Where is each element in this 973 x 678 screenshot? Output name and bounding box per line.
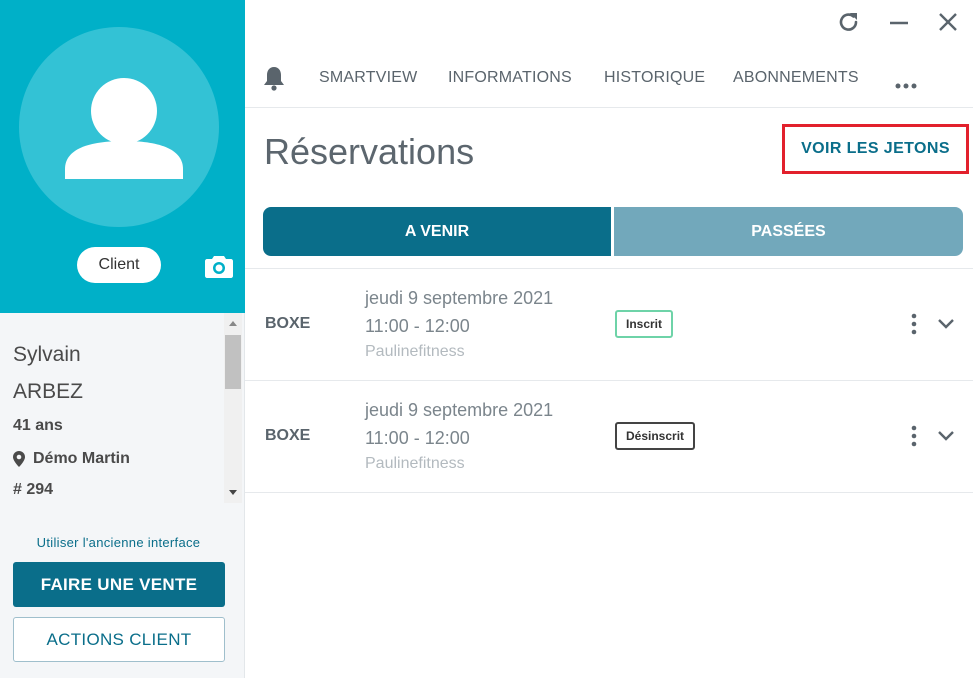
client-first-name: Sylvain: [13, 343, 81, 366]
app-window: Client Sylvain ARBEZ 41 ans Démo Martin: [0, 0, 973, 678]
client-number: # 294: [13, 481, 54, 498]
status-badge: Inscrit: [615, 310, 674, 338]
user-icon: [65, 78, 183, 179]
more-horizontal-icon[interactable]: [895, 76, 917, 94]
reservation-time: 11:00 - 12:00: [365, 428, 470, 448]
client-nav: SMARTVIEW INFORMATIONS HISTORIQUE ABONNE…: [245, 52, 973, 108]
reservation-list: BOXE jeudi 9 septembre 2021 11:00 - 12:0…: [245, 268, 973, 493]
reservation-coach: Paulinefitness: [365, 343, 465, 360]
nav-item-smartview[interactable]: SMARTVIEW: [319, 69, 417, 87]
reservation-row[interactable]: BOXE jeudi 9 septembre 2021 11:00 - 12:0…: [245, 381, 973, 493]
scroll-down-arrow-icon[interactable]: [229, 490, 237, 495]
client-age: 41 ans: [13, 417, 63, 434]
tab-past[interactable]: PASSÉES: [614, 207, 963, 256]
reservation-date: jeudi 9 septembre 2021: [365, 400, 554, 420]
client-last-name: ARBEZ: [13, 380, 84, 403]
tab-upcoming[interactable]: A VENIR: [263, 207, 611, 256]
client-role-badge: Client: [77, 247, 161, 283]
client-location: Démo Martin: [13, 450, 130, 468]
nav-item-informations[interactable]: INFORMATIONS: [448, 69, 572, 87]
reservation-activity: BOXE: [265, 427, 311, 444]
chevron-down-icon[interactable]: [937, 317, 955, 335]
reservation-coach: Paulinefitness: [365, 455, 465, 472]
reservation-activity: BOXE: [265, 315, 311, 332]
more-vertical-icon[interactable]: [911, 425, 917, 452]
refresh-icon[interactable]: [837, 10, 861, 34]
chevron-down-icon[interactable]: [937, 429, 955, 447]
nav-item-historique[interactable]: HISTORIQUE: [604, 69, 705, 87]
avatar[interactable]: [19, 27, 219, 227]
page-title: Réservations: [264, 131, 475, 172]
bell-icon[interactable]: [262, 65, 286, 96]
client-sidebar: Client Sylvain ARBEZ 41 ans Démo Martin: [0, 0, 245, 678]
client-info: Sylvain ARBEZ 41 ans Démo Martin # 294: [0, 313, 245, 503]
reservation-row[interactable]: BOXE jeudi 9 septembre 2021 11:00 - 12:0…: [245, 269, 973, 381]
scroll-up-arrow-icon[interactable]: [229, 321, 237, 326]
minimize-icon[interactable]: [887, 10, 911, 34]
profile-header: Client: [0, 0, 245, 313]
reservation-date: jeudi 9 septembre 2021: [365, 288, 554, 308]
close-icon[interactable]: [936, 10, 960, 34]
make-sale-button[interactable]: FAIRE UNE VENTE: [13, 562, 225, 607]
nav-item-abonnements[interactable]: ABONNEMENTS: [733, 69, 859, 87]
client-actions-button[interactable]: ACTIONS CLIENT: [13, 617, 225, 662]
client-location-label: Démo Martin: [33, 450, 130, 467]
reservation-time: 11:00 - 12:00: [365, 316, 470, 336]
more-vertical-icon[interactable]: [911, 313, 917, 340]
location-pin-icon: [13, 451, 25, 467]
view-tokens-button[interactable]: VOIR LES JETONS: [782, 124, 969, 174]
camera-icon[interactable]: [205, 254, 233, 278]
old-interface-link[interactable]: Utiliser l'ancienne interface: [0, 535, 237, 550]
info-scrollbar[interactable]: [224, 313, 242, 503]
scroll-thumb[interactable]: [225, 335, 241, 389]
status-badge: Désinscrit: [615, 422, 696, 450]
